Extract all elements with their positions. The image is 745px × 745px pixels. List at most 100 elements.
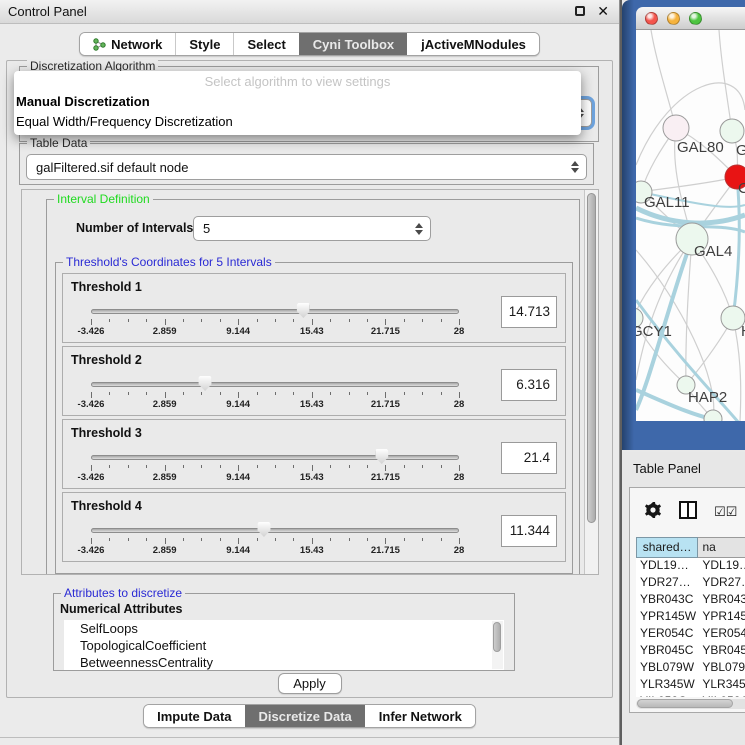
close-traffic-light[interactable] [645, 12, 658, 25]
tab-cyni-toolbox[interactable]: Cyni Toolbox [299, 33, 407, 55]
slider-tick-labels: -3.4262.8599.14415.4321.71528 [91, 399, 459, 411]
list-item[interactable]: BetweennessCentrality [64, 654, 504, 670]
gear-icon[interactable] [643, 500, 663, 520]
threshold-value-field[interactable]: 21.4 [501, 442, 557, 474]
slider-track[interactable] [91, 528, 459, 533]
slider-track[interactable] [91, 455, 459, 460]
vertical-scrollbar[interactable] [584, 190, 598, 574]
tab-impute-data[interactable]: Impute Data [144, 705, 244, 727]
threshold-value-field[interactable]: 14.713 [501, 296, 557, 328]
control-panel-tabs: Network Style Select Cyni Toolbox jActiv… [79, 32, 540, 56]
node-label-hap2: HAP2 [688, 389, 727, 406]
table-data-label: Table Data [27, 136, 90, 150]
slider-thumb[interactable] [257, 522, 270, 537]
column-header-name[interactable]: na [698, 537, 745, 558]
list-vertical-scrollbar[interactable] [492, 621, 503, 669]
table-row[interactable]: YPR145WYPR145W [636, 609, 745, 626]
threshold-slider[interactable]: -3.4262.8599.14415.4321.71528 [91, 302, 459, 342]
threshold-panel: Threshold 3 -3.4262.8599.14415.4321.7152… [62, 419, 566, 489]
control-panel: Control Panel ✕ Network Style [0, 0, 620, 745]
table-row[interactable]: YBR045CYBR045C [636, 643, 745, 660]
slider-thumb[interactable] [375, 449, 388, 464]
threshold-slider[interactable]: -3.4262.8599.14415.4321.71528 [91, 375, 459, 415]
tab-network[interactable]: Network [80, 33, 175, 55]
scrollbar-thumb[interactable] [637, 699, 733, 708]
interval-scrollpane: Interval Definition Number of Intervals … [21, 189, 599, 575]
numerical-attributes-list[interactable]: SelfLoops TopologicalCoefficient Between… [64, 620, 504, 670]
network-nodes[interactable] [636, 115, 745, 421]
numerical-attributes-label: Numerical Attributes [60, 602, 182, 616]
slider-track[interactable] [91, 309, 459, 314]
threshold-value-field[interactable]: 6.316 [501, 369, 557, 401]
list-item[interactable]: SelfLoops [64, 620, 504, 637]
slider-ticks [91, 391, 459, 398]
control-panel-titlebar: Control Panel ✕ [0, 0, 619, 24]
tab-select[interactable]: Select [233, 33, 298, 55]
dropdown-option-equal-width[interactable]: Equal Width/Frequency Discretization [14, 112, 581, 132]
tab-jactivemnodules[interactable]: jActiveMNodules [407, 33, 539, 55]
threshold-label: Threshold 1 [71, 280, 142, 294]
float-window-icon[interactable] [575, 6, 585, 16]
slider-ticks [91, 464, 459, 471]
attributes-group-label: Attributes to discretize [61, 586, 185, 600]
dropdown-option-manual[interactable]: Manual Discretization [14, 92, 581, 112]
table-rows: YDL19…YDL19… YDR27…YDR27… YBR043CYBR043C… [636, 558, 745, 697]
slider-thumb[interactable] [297, 303, 310, 318]
network-view-window: GAL80 GA C GAL11 GAL4 GCY1 H HAP2 [622, 0, 745, 450]
split-columns-icon[interactable] [679, 501, 697, 519]
list-item[interactable]: TopologicalCoefficient [64, 637, 504, 654]
scrollbar-thumb[interactable] [493, 622, 501, 652]
network-icon [93, 38, 106, 51]
threshold-slider[interactable]: -3.4262.8599.14415.4321.71528 [91, 521, 459, 561]
apply-button[interactable]: Apply [278, 673, 342, 694]
zoom-traffic-light[interactable] [689, 12, 702, 25]
node-label-h: H [741, 323, 745, 340]
number-of-intervals-value: 5 [203, 221, 210, 236]
table-row[interactable]: YBR043CYBR043C [636, 592, 745, 609]
table-row[interactable]: YIL052CYIL052C [636, 694, 745, 697]
table-row[interactable]: YDR27…YDR27… [636, 575, 745, 592]
node-label-gal4: GAL4 [694, 243, 732, 260]
table-row[interactable]: YER054CYER054C [636, 626, 745, 643]
node-gal80[interactable] [663, 115, 689, 141]
table-data-combobox[interactable]: galFiltered.sif default node [26, 154, 587, 180]
cyni-toolbox-panel: Discretization Algorithm Table Data galF… [6, 60, 613, 698]
combo-arrows-icon [415, 223, 423, 235]
slider-thumb[interactable] [199, 376, 212, 391]
table-data-value: galFiltered.sif default node [36, 160, 188, 175]
slider-tick-labels: -3.4262.8599.14415.4321.71528 [91, 472, 459, 484]
column-header-shared[interactable]: shared… [636, 537, 698, 558]
top-tab-row: Network Style Select Cyni Toolbox jActiv… [0, 32, 619, 56]
combo-arrows-icon [571, 161, 579, 173]
table-row[interactable]: YBL079WYBL079W [636, 660, 745, 677]
tab-discretize-data[interactable]: Discretize Data [245, 705, 365, 727]
tab-style[interactable]: Style [175, 33, 233, 55]
node-table: shared… na YDL19…YDL19… YDR27…YDR27… YBR… [636, 537, 745, 697]
network-window-titlebar[interactable] [636, 7, 745, 30]
table-panel-title: Table Panel [633, 461, 701, 476]
table-row[interactable]: YDL19…YDL19… [636, 558, 745, 575]
threshold-label: Threshold 3 [71, 426, 142, 440]
scrollbar-thumb[interactable] [587, 193, 596, 523]
table-panel: Table Panel ☑☑ shared… na YDL19…YDL19… [622, 452, 745, 745]
table-row[interactable]: YLR345WYLR345W [636, 677, 745, 694]
network-canvas[interactable]: GAL80 GA C GAL11 GAL4 GCY1 H HAP2 [636, 30, 745, 421]
close-icon[interactable]: ✕ [597, 3, 609, 19]
number-of-intervals-label: Number of Intervals [76, 221, 193, 235]
node-label-ga: GA [736, 142, 745, 159]
threshold-panel: Threshold 4 -3.4262.8599.14415.4321.7152… [62, 492, 566, 562]
panel-title: Control Panel [8, 4, 87, 19]
threshold-slider[interactable]: -3.4262.8599.14415.4321.71528 [91, 448, 459, 488]
minimize-traffic-light[interactable] [667, 12, 680, 25]
thresholds-group-label: Threshold's Coordinates for 5 Intervals [63, 255, 275, 269]
select-columns-icon[interactable]: ☑☑ [714, 504, 737, 520]
threshold-value-field[interactable]: 11.344 [501, 515, 557, 547]
algorithm-dropdown-popup: Select algorithm to view settings Manual… [14, 71, 581, 135]
slider-track[interactable] [91, 382, 459, 387]
number-of-intervals-combobox[interactable]: 5 [193, 216, 431, 241]
horizontal-scrollbar[interactable] [636, 699, 745, 709]
interval-definition-group: Interval Definition Number of Intervals … [46, 199, 580, 575]
tab-infer-network[interactable]: Infer Network [365, 705, 475, 727]
threshold-panel: Threshold 1 -3.4262.8599.14415.4321.7152… [62, 273, 566, 343]
threshold-label: Threshold 2 [71, 353, 142, 367]
